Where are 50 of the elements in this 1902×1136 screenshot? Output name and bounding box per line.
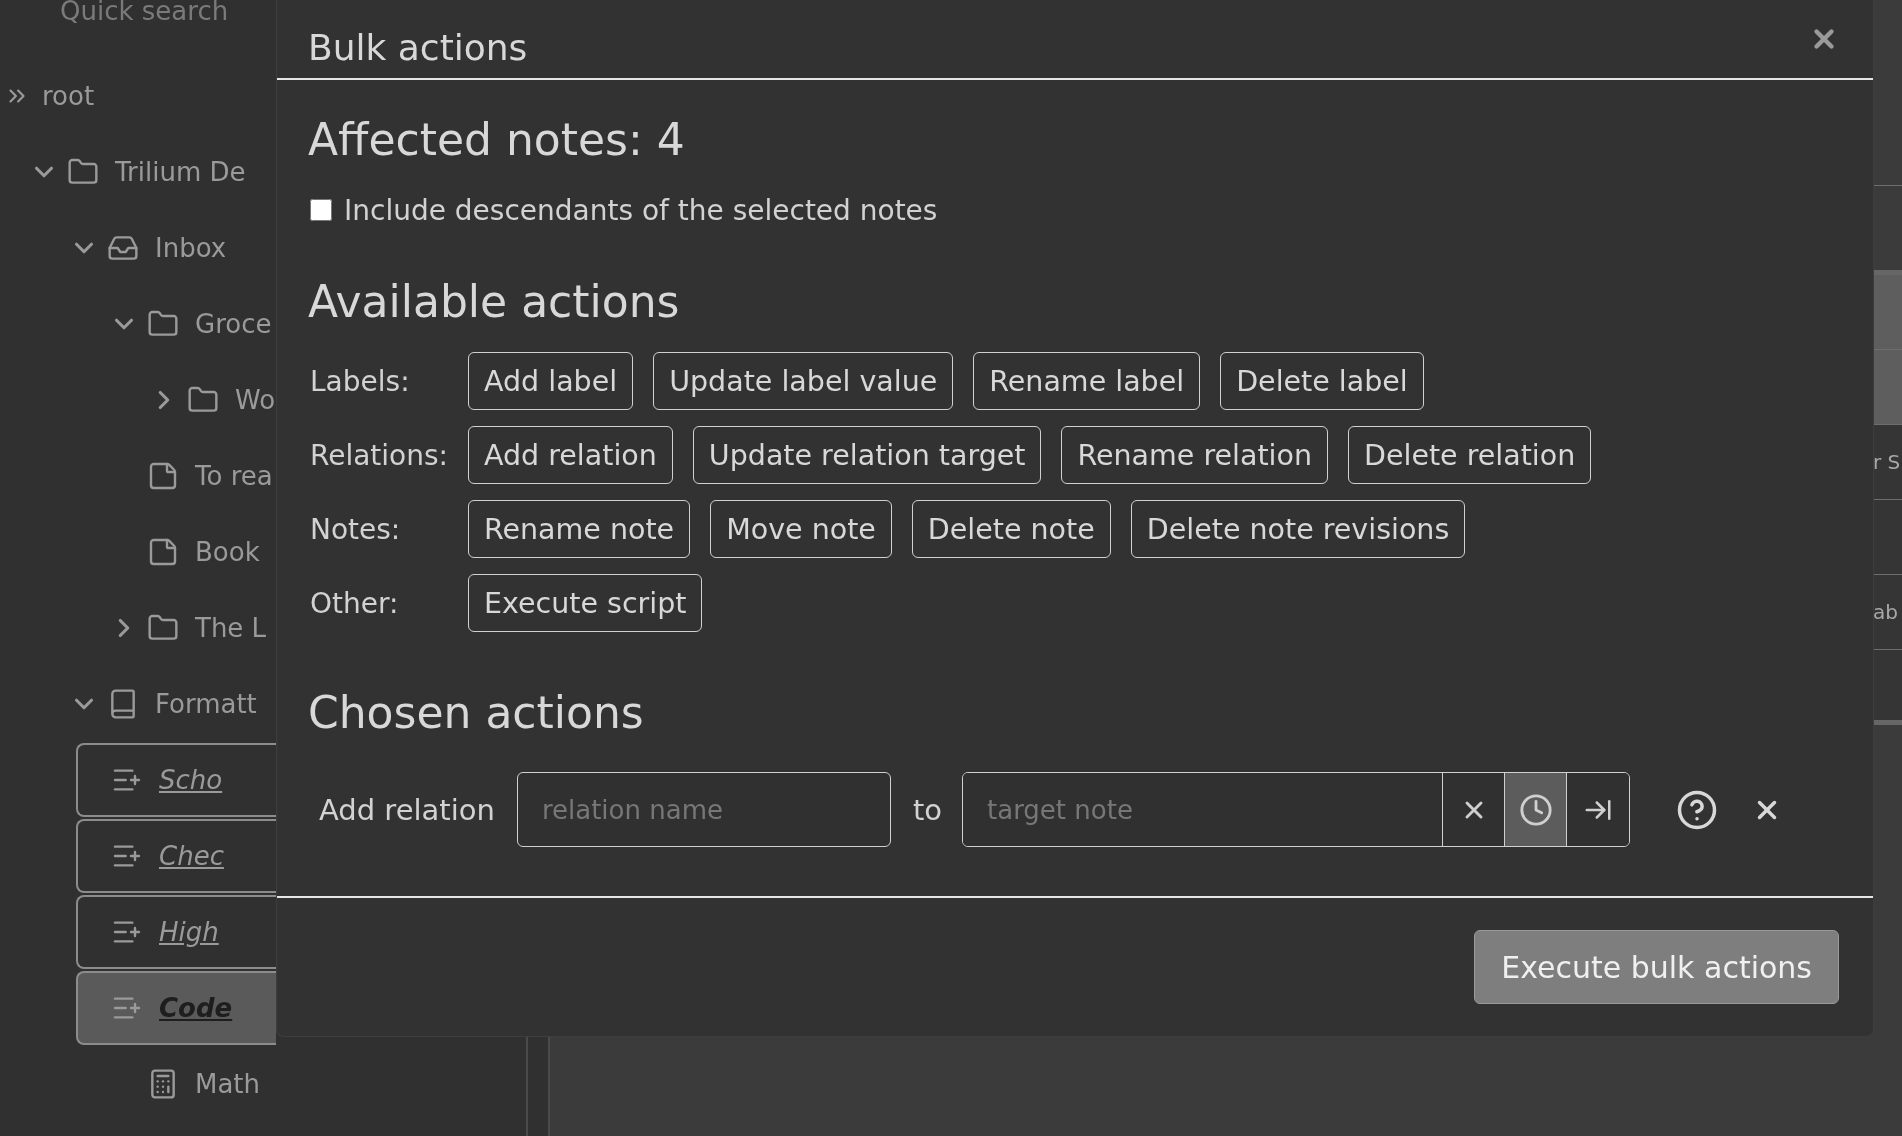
- tree-item[interactable]: Inbox: [155, 233, 227, 263]
- note-icon: [147, 460, 179, 492]
- action-button[interactable]: Delete note revisions: [1130, 500, 1466, 558]
- group-label: Other:: [309, 586, 400, 620]
- action-button[interactable]: Update label value: [653, 352, 954, 410]
- tree-item[interactable]: Wo: [235, 385, 276, 415]
- action-button[interactable]: Move note: [710, 500, 892, 558]
- descendants-checkbox[interactable]: [310, 199, 332, 221]
- relation-name-field[interactable]: relation name: [516, 772, 891, 847]
- tree-item-label: Code: [159, 993, 233, 1023]
- help-icon[interactable]: [1676, 788, 1718, 831]
- tree-item-label: High: [159, 917, 219, 947]
- dialog-title: Bulk actions: [308, 27, 528, 68]
- action-button[interactable]: Add relation: [468, 426, 673, 484]
- tree-item-label: Scho: [159, 765, 223, 795]
- tree-item[interactable]: Groce: [195, 309, 272, 339]
- clock-icon: [1518, 792, 1553, 827]
- action-button[interactable]: Execute script: [468, 574, 703, 632]
- group-label: Labels:: [309, 364, 411, 398]
- tree-item[interactable]: Formatt: [155, 689, 257, 719]
- action-button[interactable]: Rename note: [468, 500, 691, 558]
- affected-notes-heading: Affected notes: 4: [308, 116, 686, 164]
- tree-item[interactable]: Trilium De: [115, 157, 246, 187]
- recent-button[interactable]: [1505, 773, 1567, 846]
- tree-item[interactable]: The L: [195, 613, 267, 643]
- action-label: Add relation: [319, 792, 495, 827]
- panel-text: ab: [1873, 600, 1898, 624]
- panel-text: r S: [1873, 450, 1901, 474]
- checkbox-label: Include descendants of the selected notes: [344, 193, 938, 227]
- note-icon: [147, 536, 179, 568]
- section-heading: Available actions: [308, 278, 681, 326]
- section-heading: Chosen actions: [308, 689, 645, 737]
- tree-item[interactable]: root: [42, 81, 95, 111]
- tree-item[interactable]: Book: [195, 537, 260, 567]
- group-label: Relations:: [309, 438, 450, 472]
- tree-item-card[interactable]: Code: [76, 971, 276, 1045]
- action-button[interactable]: Update relation target: [692, 426, 1042, 484]
- action-button[interactable]: Rename relation: [1061, 426, 1328, 484]
- group-label: Notes:: [309, 512, 402, 546]
- action-button[interactable]: Delete label: [1220, 352, 1424, 410]
- connector-text: to: [912, 792, 942, 827]
- action-button[interactable]: Add label: [468, 352, 634, 410]
- tree-item[interactable]: Math: [195, 1069, 261, 1099]
- tree-item[interactable]: To rea: [195, 461, 273, 491]
- target-note-field[interactable]: target note: [962, 772, 1630, 847]
- action-button[interactable]: Delete note: [911, 500, 1111, 558]
- action-button[interactable]: Rename label: [973, 352, 1201, 410]
- execute-button[interactable]: Execute bulk actions: [1474, 930, 1839, 1004]
- action-button[interactable]: Delete relation: [1348, 426, 1592, 484]
- tree-item-label: Chec: [159, 841, 224, 871]
